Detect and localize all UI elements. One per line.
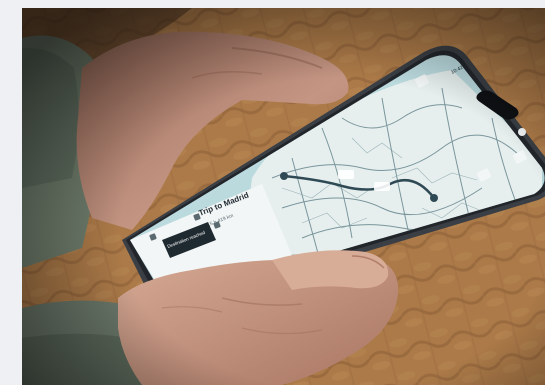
- right-thumb: [272, 250, 389, 290]
- photo: Trip to Madrid 4:15 h 419 km Destination…: [22, 8, 545, 385]
- route-start-pin[interactable]: [280, 172, 288, 180]
- location-icon[interactable]: [518, 128, 526, 136]
- route-end-pin[interactable]: [430, 194, 438, 202]
- photo-canvas: Trip to Madrid 4:15 h 419 km Destination…: [22, 8, 545, 385]
